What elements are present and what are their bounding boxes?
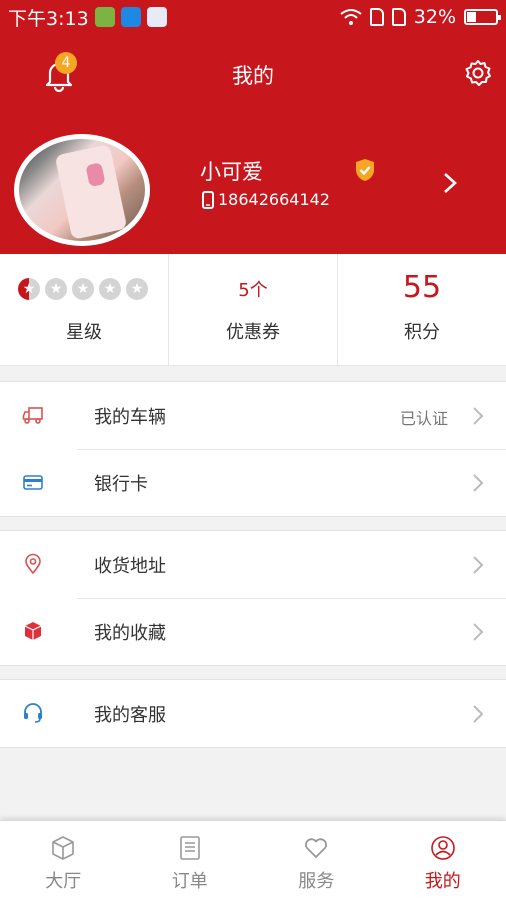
- tab-orders[interactable]: 订单: [127, 821, 254, 900]
- box-icon: [24, 622, 42, 640]
- menu-group-service: 我的客服: [0, 679, 506, 748]
- user-icon: [430, 836, 455, 860]
- user-name: 小可爱: [200, 160, 263, 184]
- credit-card-icon: [23, 475, 43, 490]
- coupons-stat[interactable]: 5个 优惠券: [169, 254, 338, 365]
- points-value: 55: [402, 270, 442, 305]
- tab-services[interactable]: 服务: [253, 821, 380, 900]
- coupons-value: 5个: [238, 280, 268, 301]
- stats-row: 星级 5个 优惠券 55 积分: [0, 254, 506, 366]
- status-time: 下午3:13: [8, 7, 89, 30]
- chevron-right-icon: [473, 623, 484, 641]
- document-icon: [179, 836, 200, 860]
- sim-card-icon-2: [391, 8, 406, 26]
- chevron-right-icon: [473, 407, 484, 425]
- tab-label: 大厅: [45, 871, 82, 892]
- star-rating-stat[interactable]: 星级: [0, 254, 169, 365]
- battery-icon: [464, 9, 501, 25]
- gear-icon[interactable]: [464, 59, 492, 87]
- tab-mine[interactable]: 我的: [380, 821, 506, 900]
- menu-item-bank-card[interactable]: 银行卡: [0, 449, 506, 516]
- chevron-right-icon: [473, 556, 484, 574]
- header: 4 我的: [0, 34, 506, 114]
- points-stat[interactable]: 55 积分: [338, 254, 506, 365]
- heart-icon: [305, 838, 328, 858]
- app-notification-icon: [94, 7, 115, 27]
- app-notification-icon-2: [146, 7, 167, 27]
- chevron-right-icon[interactable]: [442, 172, 458, 194]
- mobile-phone-icon: [202, 190, 214, 209]
- profile-card[interactable]: 小可爱 18642664142: [0, 114, 506, 254]
- avatar[interactable]: [14, 134, 150, 246]
- sim-card-icon: [369, 8, 384, 26]
- menu-item-shipping-address[interactable]: 收货地址: [0, 531, 506, 598]
- status-bar: 下午3:13 32%: [0, 0, 506, 34]
- menu-label-favorites: 我的收藏: [94, 623, 166, 644]
- wifi-icon: [340, 9, 362, 25]
- battery-percent: 32%: [413, 6, 456, 28]
- tab-label: 我的: [424, 871, 461, 892]
- page-title: 我的: [232, 64, 274, 88]
- headset-icon: [24, 703, 42, 723]
- menu-label-shipping-address: 收货地址: [94, 556, 166, 577]
- star-rating: [18, 278, 148, 300]
- menu-group-vehicle: 我的车辆 已认证 银行卡: [0, 381, 506, 517]
- star-icon: [72, 278, 94, 300]
- chevron-right-icon: [473, 705, 484, 723]
- star-rating-label: 星级: [66, 322, 102, 343]
- cube-icon: [52, 836, 75, 860]
- star-icon: [126, 278, 148, 300]
- menu-group-address: 收货地址 我的收藏: [0, 530, 506, 666]
- menu-label-bank-card: 银行卡: [94, 474, 148, 495]
- truck-icon: [22, 407, 43, 424]
- bottom-tab-bar: 大厅 订单 服务 我的: [0, 820, 506, 900]
- star-icon: [18, 278, 40, 300]
- menu-item-favorites[interactable]: 我的收藏: [0, 598, 506, 665]
- chevron-right-icon: [473, 474, 484, 492]
- menu-item-my-vehicle[interactable]: 我的车辆 已认证: [0, 382, 506, 449]
- scan-notification-icon: [120, 7, 141, 27]
- coupons-label: 优惠券: [226, 322, 280, 343]
- phone-number: 18642664142: [218, 190, 330, 209]
- star-icon: [45, 278, 67, 300]
- tab-label: 服务: [298, 871, 335, 892]
- points-label: 积分: [404, 322, 440, 343]
- location-pin-icon: [25, 553, 41, 575]
- vehicle-status-text: 已认证: [399, 409, 448, 428]
- battery-fill: [467, 12, 476, 22]
- tab-hall[interactable]: 大厅: [0, 821, 127, 900]
- menu-item-customer-service[interactable]: 我的客服: [0, 680, 506, 747]
- star-icon: [99, 278, 121, 300]
- menu-label-customer-service: 我的客服: [94, 705, 166, 726]
- tab-label: 订单: [171, 871, 208, 892]
- avatar-photo-phone: [54, 144, 128, 240]
- menu-label-my-vehicle: 我的车辆: [94, 407, 166, 428]
- phone-row: 18642664142: [202, 190, 330, 209]
- verified-shield-icon: [356, 159, 374, 181]
